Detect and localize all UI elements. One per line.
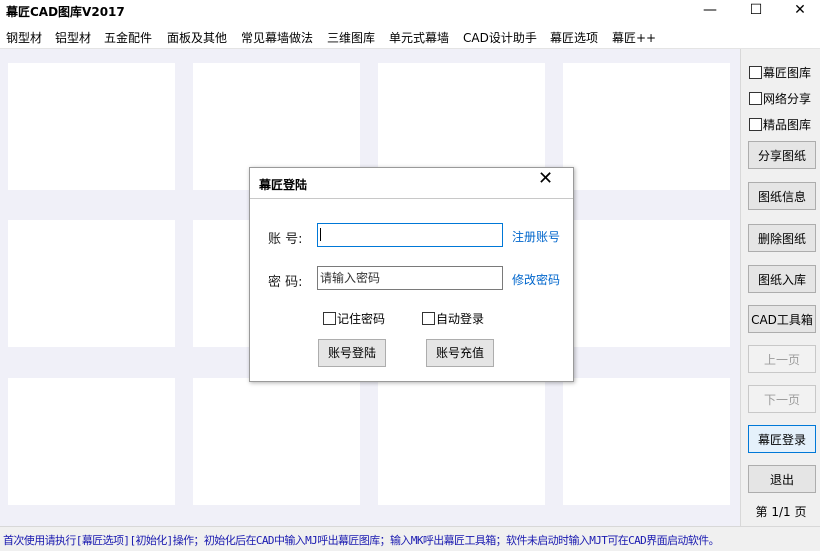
drawing-info-button[interactable]: 图纸信息 [748,182,816,210]
account-input[interactable] [317,223,503,247]
page-indicator: 第 1/1 页 [755,505,807,519]
menu-hardware[interactable]: 五金配件 [104,29,152,46]
checkbox-label: 精品图库 [763,118,812,132]
exit-button[interactable]: 退出 [748,465,816,493]
status-bar: 首次使用请执行[幕匠选项][初始化]操作；初始化后在CAD中输入MJ呼出幕匠图库… [0,526,820,551]
cad-toolbox-button[interactable]: CAD工具箱 [748,305,816,333]
login-button[interactable]: 幕匠登录 [748,425,816,453]
menu-unitized-curtain-wall[interactable]: 单元式幕墙 [389,29,449,46]
next-page-button[interactable]: 下一页 [748,385,816,413]
dialog-title: 幕匠登陆 [259,178,308,192]
share-drawing-button[interactable]: 分享图纸 [748,141,816,169]
text-caret [320,228,321,241]
account-label: 账 号: [268,232,303,247]
checkbox-box[interactable] [749,66,762,79]
menu-panels-other[interactable]: 面板及其他 [167,29,227,46]
drawing-thumbnail[interactable] [563,220,730,347]
drawing-thumbnail[interactable] [8,378,175,505]
checkbox-label: 自动登录 [436,312,485,326]
change-password-link[interactable]: 修改密码 [512,271,560,288]
checkbox-box[interactable] [749,92,762,105]
checkbox-network-share[interactable]: 网络分享 [749,90,811,107]
checkbox-box[interactable] [422,312,435,325]
prev-page-button[interactable]: 上一页 [748,345,816,373]
password-label: 密 码: [268,275,303,290]
title-bar: 幕匠CAD图库V2017 — ☐ ✕ [0,0,820,26]
checkbox-box[interactable] [323,312,336,325]
maximize-button[interactable]: ☐ [734,0,778,26]
drawing-thumbnail[interactable] [378,378,545,505]
login-dialog: 幕匠登陆 ✕ 账 号: 注册账号 密 码: 请输入密码 修改密码 记住密码 自动… [249,167,574,382]
account-recharge-button[interactable]: 账号充值 [426,339,494,367]
dialog-divider [250,198,573,199]
drawing-thumbnail[interactable] [563,63,730,190]
menu-cad-assistant[interactable]: CAD设计助手 [463,29,537,46]
app-title: 幕匠CAD图库V2017 [6,5,125,19]
menu-bar: 钢型材 铝型材 五金配件 面板及其他 常见幕墙做法 三维图库 单元式幕墙 CAD… [0,26,820,49]
delete-drawing-button[interactable]: 删除图纸 [748,224,816,252]
right-control-panel: 幕匠图库 网络分享 精品图库 分享图纸 图纸信息 删除图纸 图纸入库 CAD工具… [740,49,820,526]
account-login-button[interactable]: 账号登陆 [318,339,386,367]
auto-login-checkbox[interactable]: 自动登录 [422,310,484,327]
menu-plus[interactable]: 幕匠++ [612,29,656,46]
close-window-button[interactable]: ✕ [778,0,820,26]
menu-curtain-wall-methods[interactable]: 常见幕墙做法 [241,29,313,46]
menu-options[interactable]: 幕匠选项 [550,29,598,46]
menu-aluminum-profile[interactable]: 铝型材 [55,29,91,46]
drawing-thumbnail[interactable] [8,220,175,347]
checkbox-premium-library[interactable]: 精品图库 [749,116,811,133]
drawing-thumbnail[interactable] [8,63,175,190]
checkbox-label: 幕匠图库 [763,66,812,80]
register-account-link[interactable]: 注册账号 [512,228,560,245]
remember-password-checkbox[interactable]: 记住密码 [323,310,385,327]
password-input[interactable]: 请输入密码 [317,266,503,290]
drawing-thumbnail[interactable] [193,378,360,505]
close-icon[interactable]: ✕ [538,169,553,189]
import-drawing-button[interactable]: 图纸入库 [748,265,816,293]
menu-steel-profile[interactable]: 钢型材 [6,29,42,46]
drawing-thumbnail[interactable] [563,378,730,505]
checkbox-box[interactable] [749,118,762,131]
checkbox-label: 记住密码 [337,312,386,326]
menu-3d-library[interactable]: 三维图库 [327,29,375,46]
checkbox-mujiang-library[interactable]: 幕匠图库 [749,64,811,81]
status-text: 首次使用请执行[幕匠选项][初始化]操作；初始化后在CAD中输入MJ呼出幕匠图库… [3,534,720,547]
minimize-button[interactable]: — [688,0,732,26]
checkbox-label: 网络分享 [763,92,812,106]
